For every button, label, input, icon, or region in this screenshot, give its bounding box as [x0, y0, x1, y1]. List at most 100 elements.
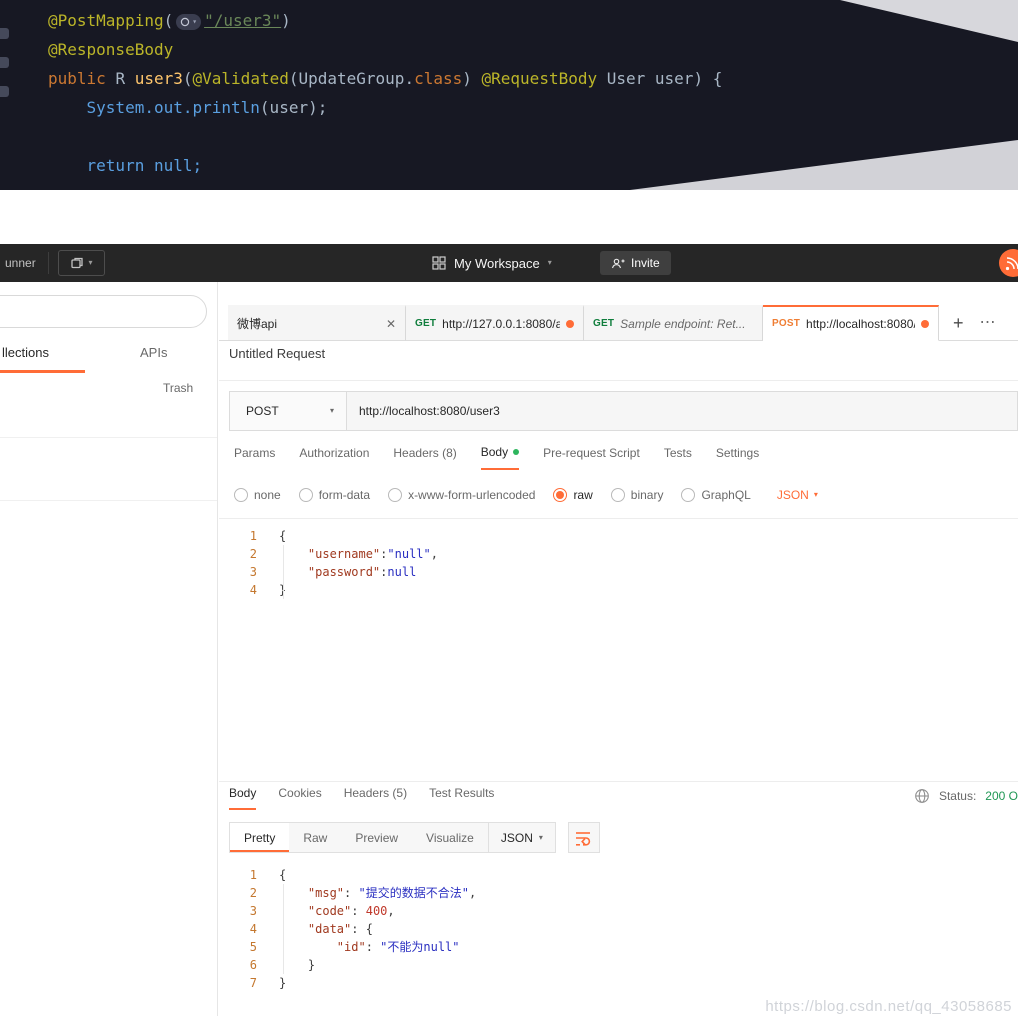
sidebar-divider: [0, 437, 217, 438]
url-input[interactable]: http://localhost:8080/user3: [347, 392, 1017, 430]
sidebar-tab-apis[interactable]: APIs: [140, 345, 167, 360]
tab-sample-endpoint[interactable]: GET Sample endpoint: Ret...: [584, 305, 763, 341]
code-line: 4}: [219, 581, 1018, 599]
tab-post-localhost[interactable]: POST http://localhost:8080/...: [763, 305, 939, 341]
code-line: public R user3(@Validated(UpdateGroup.cl…: [48, 64, 722, 93]
view-raw[interactable]: Raw: [289, 823, 341, 852]
new-window-button[interactable]: ▾: [58, 250, 105, 276]
method-label: GET: [415, 318, 436, 329]
mode-none[interactable]: none: [234, 488, 281, 502]
method-value: POST: [246, 404, 279, 418]
view-pretty[interactable]: Pretty: [230, 823, 289, 852]
sidebar: llections APIs Trash: [0, 282, 218, 1016]
code-line: [48, 122, 722, 151]
trash-link[interactable]: Trash: [163, 381, 193, 395]
code-line: 3 "code": 400,: [219, 902, 1018, 920]
mode-binary[interactable]: binary: [611, 488, 664, 502]
view-preview[interactable]: Preview: [341, 823, 412, 852]
tab-settings[interactable]: Settings: [716, 445, 759, 470]
response-body-viewer[interactable]: 1{2 "msg": "提交的数据不合法",3 "code": 400,4 "d…: [219, 859, 1018, 1016]
invite-user-icon: [611, 257, 625, 270]
indent-guide: [283, 545, 284, 599]
response-language-select[interactable]: JSON ▾: [488, 823, 555, 852]
tab-options-button[interactable]: ⋯: [980, 315, 996, 331]
invite-button[interactable]: Invite: [600, 251, 671, 275]
tab-weibo-api[interactable]: 微博api ✕: [228, 305, 406, 341]
response-tab-body[interactable]: Body: [229, 786, 256, 810]
method-label: POST: [772, 318, 800, 329]
code-line: 2 "msg": "提交的数据不合法",: [219, 884, 1018, 902]
grid-icon: [432, 256, 446, 270]
code-line: 6 }: [219, 956, 1018, 974]
tab-pre-request-script[interactable]: Pre-request Script: [543, 445, 640, 470]
mode-raw[interactable]: raw: [553, 488, 592, 502]
radio-icon: [299, 488, 313, 502]
sidebar-tab-collections[interactable]: llections: [2, 345, 49, 360]
chevron-down-icon: ▾: [330, 407, 334, 415]
code-line: 1{: [219, 866, 1018, 884]
method-label: GET: [593, 318, 614, 329]
language-value: JSON: [777, 488, 809, 502]
invite-label: Invite: [631, 256, 660, 270]
response-meta: Status: 200 O: [914, 788, 1018, 804]
body-mode-selector: none form-data x-www-form-urlencoded raw…: [234, 482, 818, 508]
workspace-label: My Workspace: [454, 256, 540, 271]
code-line: return null;: [48, 151, 722, 180]
tabstrip-spacer: [219, 305, 228, 341]
request-body-editor[interactable]: 1{2 "username":"null",3 "password":null4…: [219, 518, 1018, 781]
method-select[interactable]: POST ▾: [230, 392, 347, 430]
request-title: Untitled Request: [229, 346, 325, 361]
url-bar: POST ▾ http://localhost:8080/user3: [229, 391, 1018, 431]
tab-get-127[interactable]: GET http://127.0.0.1:8080/a...: [406, 305, 584, 341]
mode-x-www-form-urlencoded[interactable]: x-www-form-urlencoded: [388, 488, 535, 502]
wrap-lines-button[interactable]: [568, 822, 600, 853]
code-line: @PostMapping(▾"/user3"): [48, 6, 722, 35]
tab-title: http://127.0.0.1:8080/a...: [442, 317, 560, 331]
tabstrip-end: + ⋯: [939, 305, 1018, 341]
line-number: 3: [219, 902, 271, 920]
globe-icon[interactable]: [914, 788, 930, 804]
sidebar-search-input[interactable]: [0, 295, 207, 328]
mode-form-data[interactable]: form-data: [299, 488, 370, 502]
code-line: @ResponseBody: [48, 35, 722, 64]
close-icon[interactable]: ✕: [386, 317, 396, 331]
tab-body-label: Body: [481, 445, 508, 459]
tab-title: Sample endpoint: Ret...: [620, 317, 753, 331]
line-number: 2: [219, 545, 271, 563]
radio-icon: [234, 488, 248, 502]
sync-status-icon[interactable]: [999, 249, 1018, 277]
workspace-switcher[interactable]: My Workspace ▾: [432, 244, 552, 282]
tab-body[interactable]: Body: [481, 445, 519, 470]
add-tab-button[interactable]: +: [953, 314, 964, 332]
response-tab-test-results[interactable]: Test Results: [429, 786, 494, 810]
tab-authorization[interactable]: Authorization: [299, 445, 369, 470]
inline-hint-icon[interactable]: ▾: [176, 14, 201, 30]
ide-code-editor: @PostMapping(▾"/user3")@ResponseBodypubl…: [0, 0, 1018, 190]
chevron-down-icon: ▾: [814, 491, 818, 499]
tab-headers[interactable]: Headers (8): [393, 445, 456, 470]
line-number: 6: [219, 956, 271, 974]
tab-title: http://localhost:8080/...: [806, 317, 915, 331]
view-visualize[interactable]: Visualize: [412, 823, 488, 852]
divider: [219, 781, 1018, 782]
wrap-lines-icon: [574, 828, 594, 848]
line-number: 1: [219, 527, 271, 545]
code-line: 7}: [219, 974, 1018, 992]
divider: [219, 380, 1018, 381]
language-select[interactable]: JSON ▾: [777, 488, 818, 502]
code-line: 4 "data": {: [219, 920, 1018, 938]
response-tabs: Body Cookies Headers (5) Test Results: [229, 786, 494, 810]
overlay-artifact: [840, 0, 1018, 42]
screenshot-root: @PostMapping(▾"/user3")@ResponseBodypubl…: [0, 0, 1018, 1016]
tab-tests[interactable]: Tests: [664, 445, 692, 470]
runner-tab[interactable]: unner: [0, 244, 46, 282]
line-number: 2: [219, 884, 271, 902]
code-line: 5 "id": "不能为null": [219, 938, 1018, 956]
tab-params[interactable]: Params: [234, 445, 275, 470]
response-tab-headers[interactable]: Headers (5): [344, 786, 407, 810]
mode-graphql[interactable]: GraphQL: [681, 488, 750, 502]
response-tab-cookies[interactable]: Cookies: [278, 786, 321, 810]
radio-icon: [681, 488, 695, 502]
chevron-down-icon: ▾: [88, 259, 92, 267]
main-panel: 微博api ✕ GET http://127.0.0.1:8080/a... G…: [219, 282, 1018, 1016]
